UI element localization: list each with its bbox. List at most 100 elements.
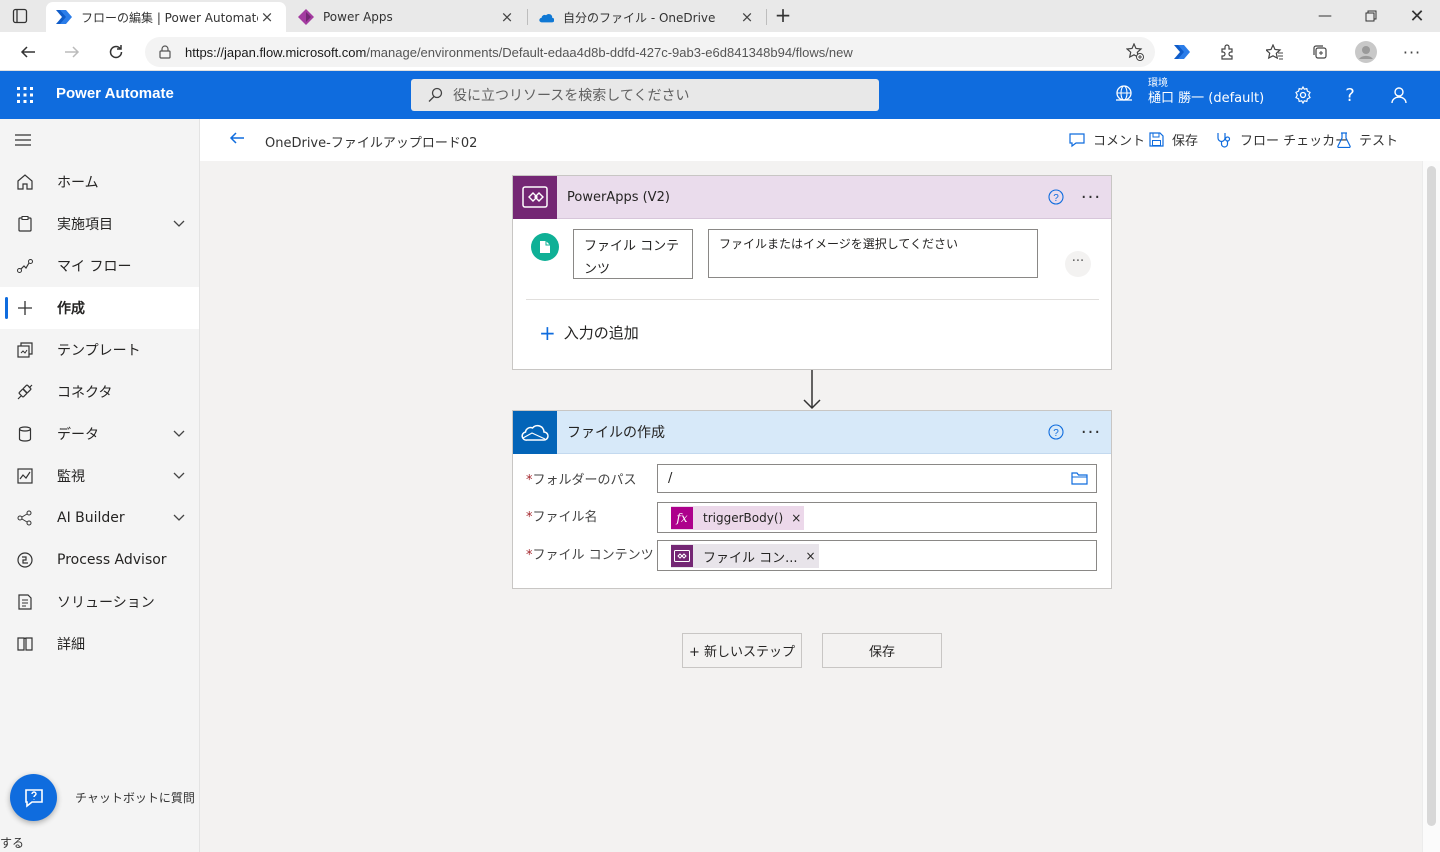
- sidebar-item-8[interactable]: 監視: [0, 455, 199, 497]
- file-name-input[interactable]: fx triggerBody() ×: [657, 502, 1097, 533]
- sidebar-item-label: 詳細: [57, 637, 85, 653]
- tab-onedrive[interactable]: 自分のファイル - OneDrive ×: [528, 2, 766, 32]
- close-tab-icon[interactable]: ×: [258, 8, 276, 26]
- back-arrow-icon[interactable]: [228, 129, 246, 151]
- restore-icon[interactable]: [1348, 0, 1394, 32]
- chatbot-label[interactable]: チャットボットに質問: [75, 789, 195, 806]
- input-more-options-icon[interactable]: ···: [1065, 251, 1091, 277]
- settings-gear-icon[interactable]: [1287, 79, 1319, 111]
- dynamic-content-token[interactable]: ファイル コン... ×: [671, 544, 819, 568]
- sidebar-item-2[interactable]: 実施項目: [0, 203, 199, 245]
- app-name[interactable]: Power Automate: [56, 85, 174, 102]
- comment-icon: [1069, 132, 1085, 147]
- sidebar-item-12[interactable]: 詳細: [0, 623, 199, 665]
- card-more-options-icon[interactable]: ···: [1071, 422, 1111, 443]
- favorites-icon[interactable]: [1259, 36, 1291, 68]
- remove-token-icon[interactable]: ×: [806, 549, 819, 563]
- chevron-down-icon[interactable]: [159, 427, 199, 441]
- add-favorite-icon[interactable]: [1119, 36, 1151, 68]
- comment-label: コメント: [1093, 134, 1146, 149]
- app-launcher-icon[interactable]: [10, 80, 40, 110]
- chevron-down-icon[interactable]: [159, 469, 199, 483]
- flow-checker-label: フロー チェッカー: [1240, 134, 1349, 149]
- collections-icon[interactable]: [1304, 36, 1336, 68]
- power-automate-extension-icon[interactable]: [1166, 36, 1198, 68]
- minimize-icon[interactable]: —: [1302, 0, 1348, 32]
- search-input[interactable]: 役に立つリソースを検索してください: [411, 79, 879, 111]
- process-advisor-icon: [0, 551, 50, 569]
- chevron-down-icon[interactable]: [159, 217, 199, 231]
- chevron-down-icon[interactable]: [159, 511, 199, 525]
- expression-token-label: triggerBody(): [703, 511, 784, 525]
- input-name-field[interactable]: ファイル コンテンツ: [573, 229, 693, 279]
- card-more-options-icon[interactable]: ···: [1071, 187, 1111, 208]
- chatbot-button[interactable]: [10, 774, 57, 821]
- flask-icon: [1337, 131, 1351, 148]
- sidebar-item-5[interactable]: テンプレート: [0, 329, 199, 371]
- sidebar-item-6[interactable]: コネクタ: [0, 371, 199, 413]
- flow-name[interactable]: OneDrive-ファイルアップロード02: [265, 132, 477, 151]
- tab-title: 自分のファイル - OneDrive: [563, 10, 716, 25]
- new-tab-icon[interactable]: +: [772, 5, 794, 27]
- folder-browse-icon[interactable]: [1071, 471, 1088, 489]
- action-card-header[interactable]: ファイルの作成 ? ···: [513, 410, 1111, 454]
- close-tab-icon[interactable]: ×: [738, 8, 756, 26]
- vertical-scrollbar[interactable]: [1422, 161, 1440, 852]
- more-menu-icon[interactable]: ···: [1396, 36, 1428, 68]
- test-button[interactable]: テスト: [1337, 130, 1398, 149]
- close-tab-icon[interactable]: ×: [498, 8, 516, 26]
- folder-path-input[interactable]: /: [657, 464, 1097, 493]
- file-content-input[interactable]: ファイル コン... ×: [657, 540, 1097, 571]
- sidebar-item-11[interactable]: ソリューション: [0, 581, 199, 623]
- new-step-button[interactable]: + 新しいステップ: [682, 633, 802, 668]
- file-name-label: *ファイル名: [526, 510, 598, 525]
- trigger-card-header[interactable]: PowerApps (V2) ? ···: [513, 175, 1111, 219]
- close-window-icon[interactable]: ✕: [1394, 0, 1440, 32]
- power-apps-connector-icon: [513, 175, 557, 219]
- comment-button[interactable]: コメント: [1069, 130, 1145, 149]
- sidebar-item-label: ホーム: [57, 175, 99, 191]
- flow-connector-arrow: [801, 370, 823, 410]
- sidebar-item-3[interactable]: マイ フロー: [0, 245, 199, 287]
- profile-avatar[interactable]: [1350, 36, 1382, 68]
- account-icon[interactable]: [1383, 79, 1415, 111]
- add-input-button[interactable]: + 入力の追加: [539, 322, 639, 343]
- tab-power-automate[interactable]: フローの編集 | Power Automate ×: [46, 2, 286, 32]
- environment-picker[interactable]: 環境 樋口 勝一 (default): [1115, 78, 1264, 108]
- refresh-icon[interactable]: [100, 36, 132, 68]
- action-card-title: ファイルの作成: [567, 425, 665, 441]
- power-apps-token-icon: [671, 545, 693, 567]
- hamburger-menu-icon[interactable]: [14, 133, 34, 149]
- plus-icon: [0, 299, 50, 317]
- save-button[interactable]: 保存: [822, 633, 942, 668]
- input-description-field[interactable]: ファイルまたはイメージを選択してください: [708, 229, 1038, 278]
- tab-actions-icon[interactable]: [12, 8, 28, 24]
- url-field[interactable]: https://japan.flow.microsoft.com/manage/…: [145, 37, 1155, 67]
- database-icon: [0, 425, 50, 443]
- remove-token-icon[interactable]: ×: [791, 511, 804, 525]
- flow-checker-button[interactable]: フロー チェッカー: [1216, 130, 1348, 149]
- sidebar-item-7[interactable]: データ: [0, 413, 199, 455]
- help-icon[interactable]: ?: [1334, 79, 1366, 111]
- scrollbar-thumb[interactable]: [1427, 166, 1436, 826]
- chatbot-label-continued: する: [0, 836, 25, 850]
- help-circle-icon[interactable]: ?: [1041, 424, 1071, 440]
- forward-arrow-icon[interactable]: [56, 36, 88, 68]
- save-command-button[interactable]: 保存: [1149, 130, 1198, 149]
- lock-icon[interactable]: [145, 45, 185, 59]
- sidebar-item-1[interactable]: ホーム: [0, 161, 199, 203]
- app-header: Power Automate 役に立つリソースを検索してください 環境 樋口 勝…: [0, 71, 1440, 119]
- power-automate-icon: [56, 9, 72, 25]
- environment-name: 樋口 勝一 (default): [1148, 91, 1265, 106]
- sidebar-item-10[interactable]: Process Advisor: [0, 539, 199, 581]
- left-navigation: ホーム実施項目 マイ フロー 作成 テンプレート コネクタ データ 監視 AI Builder…: [0, 119, 200, 852]
- tab-power-apps[interactable]: Power Apps ×: [288, 2, 526, 32]
- url-text: https://japan.flow.microsoft.com/manage/…: [185, 45, 853, 60]
- help-circle-icon[interactable]: ?: [1041, 189, 1071, 205]
- back-arrow-icon[interactable]: [12, 36, 44, 68]
- function-fx-icon: fx: [671, 507, 693, 529]
- extensions-icon[interactable]: [1211, 36, 1243, 68]
- sidebar-item-4[interactable]: 作成: [0, 287, 199, 329]
- sidebar-item-9[interactable]: AI Builder: [0, 497, 199, 539]
- expression-token[interactable]: fx triggerBody() ×: [671, 506, 805, 530]
